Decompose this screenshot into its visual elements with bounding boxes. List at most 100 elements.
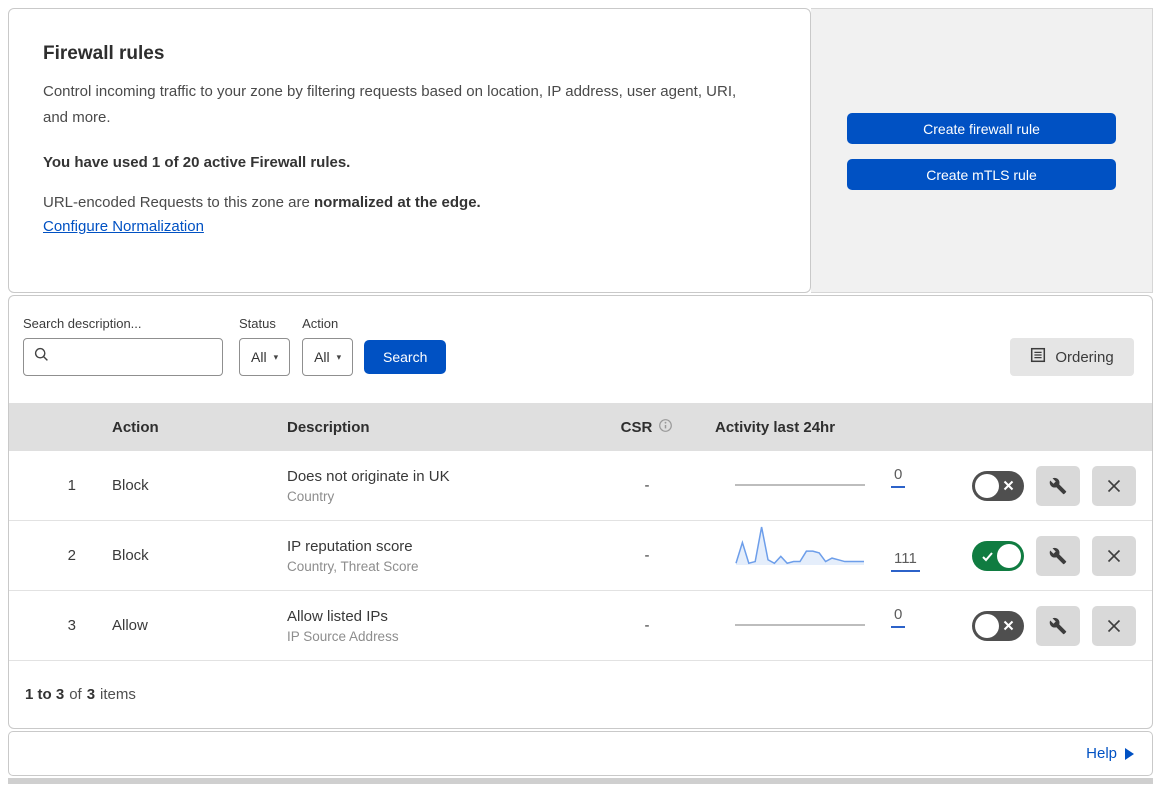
search-label: Search description... xyxy=(23,316,142,331)
rule-action: Allow xyxy=(112,617,148,634)
action-select-value: All xyxy=(314,349,330,365)
of-text: of xyxy=(69,686,82,703)
header-csr: CSR xyxy=(587,418,707,437)
info-icon[interactable] xyxy=(658,418,673,437)
rule-enabled-toggle[interactable] xyxy=(972,470,1024,501)
chevron-down-icon: ▾ xyxy=(336,351,342,362)
wrench-icon xyxy=(1049,547,1067,565)
rule-enabled-toggle[interactable] xyxy=(972,540,1024,571)
header-description: Description xyxy=(287,418,370,436)
rule-csr-value: - xyxy=(644,477,650,494)
toggle-knob xyxy=(975,473,999,498)
delete-rule-button[interactable] xyxy=(1092,535,1136,576)
wrench-icon xyxy=(1049,477,1067,495)
close-icon xyxy=(1106,478,1122,494)
table-row: 3 Allow Allow listed IPs IP Source Addre… xyxy=(9,591,1152,661)
items-text: items xyxy=(100,686,136,703)
create-mtls-rule-button[interactable]: Create mTLS rule xyxy=(847,159,1116,190)
rule-fields: Country xyxy=(287,488,335,504)
activity-flat-line xyxy=(735,624,865,626)
action-filter-group: Action All ▾ xyxy=(302,316,354,376)
configure-normalization-link[interactable]: Configure Normalization xyxy=(43,218,204,235)
filter-bar: Search description... Status All ▾ Actio… xyxy=(9,296,1152,403)
table-rows: 1 Block Does not originate in UK Country… xyxy=(9,451,1152,661)
search-input[interactable] xyxy=(55,349,212,365)
edit-rule-button[interactable] xyxy=(1036,605,1080,646)
header-csr-label: CSR xyxy=(620,418,653,436)
header-activity: Activity last 24hr xyxy=(715,418,836,436)
status-filter-group: Status All ▾ xyxy=(239,316,291,376)
rule-priority: 3 xyxy=(67,617,76,634)
rule-description-cell: IP reputation score Country, Threat Scor… xyxy=(279,538,587,574)
wrench-icon xyxy=(1049,617,1067,635)
rule-description: IP reputation score xyxy=(287,537,413,555)
activity-sparkline xyxy=(735,523,865,572)
intro-card: Firewall rules Control incoming traffic … xyxy=(8,8,811,293)
search-field[interactable] xyxy=(23,338,223,376)
rules-list-card: Search description... Status All ▾ Actio… xyxy=(8,295,1153,729)
rule-description-cell: Allow listed IPs IP Source Address xyxy=(279,608,587,644)
activity-count-link[interactable]: 111 xyxy=(891,550,920,572)
delete-rule-button[interactable] xyxy=(1092,465,1136,506)
rule-description: Allow listed IPs xyxy=(287,607,388,625)
rule-csr-value: - xyxy=(644,547,650,564)
activity-flat-line xyxy=(735,484,865,486)
list-page-icon xyxy=(1030,347,1046,367)
usage-notice: You have used 1 of 20 active Firewall ru… xyxy=(43,153,351,171)
table-header-row: Action Description CSR Activity last 24h… xyxy=(9,403,1152,451)
items-total: 3 xyxy=(86,686,96,703)
page-title: Firewall rules xyxy=(43,43,165,64)
search-group: Search description... xyxy=(23,316,223,376)
rule-fields: Country, Threat Score xyxy=(287,558,419,574)
rule-priority: 2 xyxy=(67,547,76,564)
header-action: Action xyxy=(112,418,159,436)
activity-cell: 0 xyxy=(707,606,922,645)
table-row: 1 Block Does not originate in UK Country… xyxy=(9,451,1152,521)
status-select[interactable]: All ▾ xyxy=(239,338,291,376)
page-description: Control incoming traffic to your zone by… xyxy=(43,83,737,126)
pagination-summary: 1 to 3 of 3 items xyxy=(9,661,1152,728)
ordering-button-label: Ordering xyxy=(1055,348,1114,366)
arrow-right-icon xyxy=(1125,747,1134,760)
help-link[interactable]: Help xyxy=(1086,745,1117,762)
table-row: 2 Block IP reputation score Country, Thr… xyxy=(9,521,1152,591)
chevron-down-icon: ▾ xyxy=(273,351,279,362)
delete-rule-button[interactable] xyxy=(1092,605,1136,646)
edit-rule-button[interactable] xyxy=(1036,465,1080,506)
normalization-notice: URL-encoded Requests to this zone are no… xyxy=(43,194,770,211)
ordering-button[interactable]: Ordering xyxy=(1010,338,1134,376)
rule-csr-value: - xyxy=(644,617,650,634)
activity-cell: 111 xyxy=(707,523,922,589)
create-firewall-rule-button[interactable]: Create firewall rule xyxy=(847,113,1116,144)
edit-rule-button[interactable] xyxy=(1036,535,1080,576)
normalization-text: URL-encoded Requests to this zone are xyxy=(43,193,314,211)
actions-panel: Create firewall rule Create mTLS rule xyxy=(811,8,1153,293)
normalization-bold-text: normalized at the edge. xyxy=(314,193,481,211)
rule-controls xyxy=(922,535,1152,576)
close-icon xyxy=(1106,618,1122,634)
rule-description-cell: Does not originate in UK Country xyxy=(279,468,587,504)
window-bottom-edge xyxy=(8,778,1153,784)
rule-enabled-toggle[interactable] xyxy=(972,610,1024,641)
activity-count-link[interactable]: 0 xyxy=(891,606,906,628)
rule-action: Block xyxy=(112,547,149,564)
close-icon xyxy=(1106,548,1122,564)
status-select-value: All xyxy=(251,349,267,365)
action-select[interactable]: All ▾ xyxy=(302,338,354,376)
top-section: Firewall rules Control incoming traffic … xyxy=(8,8,1153,293)
x-icon xyxy=(1003,620,1014,631)
action-label: Action xyxy=(302,316,339,331)
rule-fields: IP Source Address xyxy=(287,628,399,644)
check-icon xyxy=(981,550,994,563)
status-label: Status xyxy=(239,316,276,331)
rule-description: Does not originate in UK xyxy=(287,467,450,485)
toggle-knob xyxy=(997,543,1021,568)
activity-cell: 0 xyxy=(707,466,922,505)
rule-priority: 1 xyxy=(67,477,76,494)
x-icon xyxy=(1003,480,1014,491)
firewall-rules-page: Firewall rules Control incoming traffic … xyxy=(0,0,1161,784)
activity-count-link[interactable]: 0 xyxy=(891,466,906,488)
activity-sparkline xyxy=(735,484,865,488)
search-button[interactable]: Search xyxy=(364,340,447,374)
rule-action: Block xyxy=(112,477,149,494)
